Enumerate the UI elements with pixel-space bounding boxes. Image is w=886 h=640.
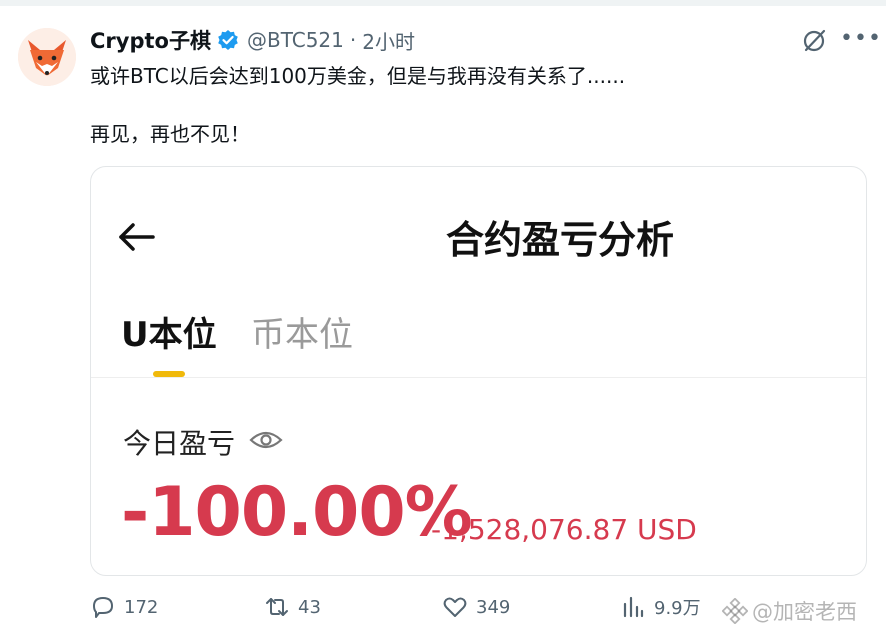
tab-coin-margin[interactable]: 币本位	[251, 307, 353, 356]
reply-icon	[93, 597, 113, 618]
views-icon	[623, 596, 644, 618]
verified-badge-icon	[217, 29, 239, 51]
more-icon[interactable]: •••	[840, 27, 881, 55]
tab-u-margin[interactable]: U本位	[121, 307, 217, 356]
binance-logo-icon	[722, 598, 748, 624]
views-count: 9.9万	[654, 598, 701, 619]
fox-logo-icon	[18, 28, 76, 86]
like-count: 349	[476, 596, 511, 618]
like-button[interactable]: 349	[442, 594, 510, 620]
watermark: @加密老西	[722, 596, 857, 626]
author-name[interactable]: Crypto子棋	[90, 25, 211, 55]
author-handle[interactable]: @BTC521	[247, 28, 344, 52]
tweet-header: Crypto子棋 @BTC521 · 2小时	[90, 24, 415, 56]
reply-button[interactable]: 172	[90, 594, 158, 620]
views-button[interactable]: 9.9万	[620, 594, 701, 620]
pnl-label: 今日盈亏	[123, 427, 236, 460]
card-title: 合约盈亏分析	[446, 218, 675, 262]
header-separator: ·	[349, 28, 357, 52]
tab-divider	[91, 377, 866, 378]
reply-count: 172	[124, 596, 159, 618]
retweet-icon	[266, 598, 288, 616]
back-arrow-icon[interactable]	[117, 217, 157, 257]
tweet-text-line1: 或许BTC以后会达到100万美金，但是与我再没有关系了......	[90, 64, 626, 88]
avatar[interactable]	[18, 28, 76, 86]
pnl-percent: -100.00%	[121, 473, 473, 552]
top-separator	[0, 0, 886, 6]
tweet-text-line2: 再见，再也不见！	[90, 122, 250, 146]
pnl-amount: -1,528,076.87 USD	[431, 513, 697, 546]
heart-icon	[443, 597, 467, 617]
tweet-time[interactable]: 2小时	[362, 26, 415, 55]
retweet-count: 43	[298, 596, 321, 618]
watermark-text: @加密老西	[752, 600, 857, 624]
retweet-button[interactable]: 43	[264, 594, 321, 620]
eye-icon[interactable]	[249, 428, 283, 452]
grok-icon[interactable]	[800, 27, 828, 55]
attached-image-card[interactable]: 合约盈亏分析 U本位 币本位 今日盈亏 -100.00% -1,528,076.…	[90, 166, 867, 576]
